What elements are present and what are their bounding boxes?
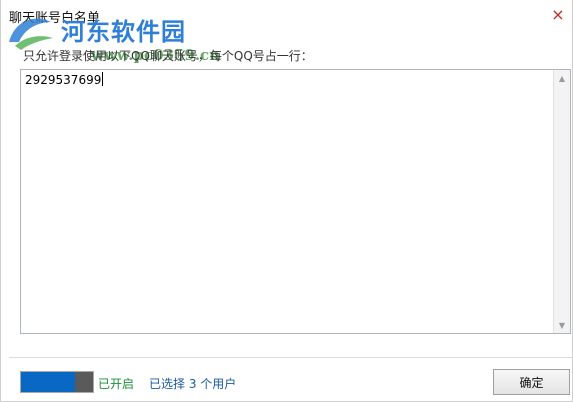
close-button[interactable]: × — [548, 6, 568, 24]
toggle-status-label: 已开启 — [98, 377, 135, 391]
scroll-down-arrow-icon[interactable]: ▼ — [554, 317, 570, 333]
whitelist-toggle[interactable] — [20, 371, 94, 393]
qq-account-textarea[interactable]: 2929537699 ▲ ▼ — [20, 69, 571, 334]
title-bar: 聊天账号白名单 × — [1, 0, 573, 32]
scroll-up-arrow-icon[interactable]: ▲ — [554, 70, 570, 86]
dialog-title: 聊天账号白名单 — [9, 11, 101, 26]
textarea-value: 2929537699 — [25, 73, 102, 87]
text-caret — [102, 72, 104, 86]
whitelist-dialog: 聊天账号白名单 × 河东软件园 www.pc0359.cn 只允许登录使用以下Q… — [0, 0, 573, 402]
toggle-knob[interactable] — [75, 372, 93, 392]
footer-divider — [9, 357, 572, 358]
instruction-label: 只允许登录使用以下QQ聊天账号，每个QQ号占一行： — [23, 49, 313, 63]
textarea-content[interactable]: 2929537699 — [25, 72, 104, 88]
toggle-track — [22, 373, 77, 391]
selected-users-link[interactable]: 已选择 3 个用户 — [149, 375, 236, 392]
vertical-scrollbar[interactable]: ▲ ▼ — [553, 70, 570, 333]
close-icon: × — [551, 5, 565, 24]
ok-button[interactable]: 确定 — [493, 369, 570, 395]
